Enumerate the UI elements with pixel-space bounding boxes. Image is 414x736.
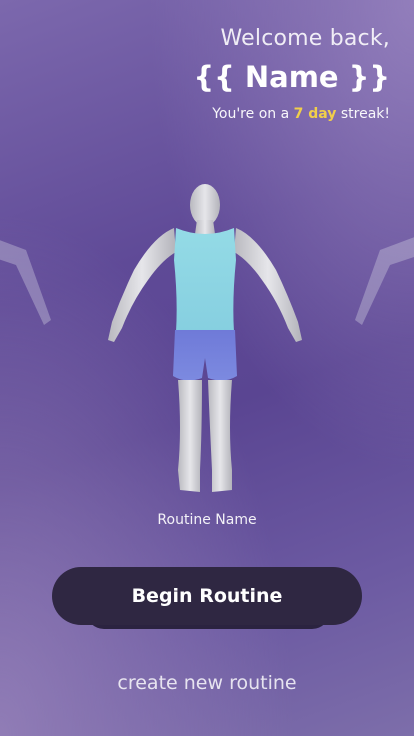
user-name: {{ Name }} — [193, 60, 390, 94]
streak-days: 7 day — [293, 106, 337, 122]
streak-prefix: You're on a — [212, 106, 294, 122]
welcome-header: Welcome back, {{ Name }} You're on a 7 d… — [193, 24, 390, 124]
human-body-model-icon[interactable] — [104, 180, 310, 505]
begin-button-wrap: Begin Routine — [52, 567, 362, 633]
streak-suffix: streak! — [336, 106, 390, 122]
next-routine-figure-icon[interactable] — [350, 180, 414, 505]
routine-carousel[interactable] — [0, 170, 414, 510]
prev-routine-figure-icon[interactable] — [0, 180, 56, 505]
welcome-text: Welcome back, — [220, 26, 390, 51]
routine-name: Routine Name — [157, 512, 257, 528]
streak-text: You're on a 7 day streak! — [193, 104, 390, 124]
begin-routine-button[interactable]: Begin Routine — [52, 567, 362, 625]
create-new-routine-link[interactable]: create new routine — [0, 672, 414, 694]
